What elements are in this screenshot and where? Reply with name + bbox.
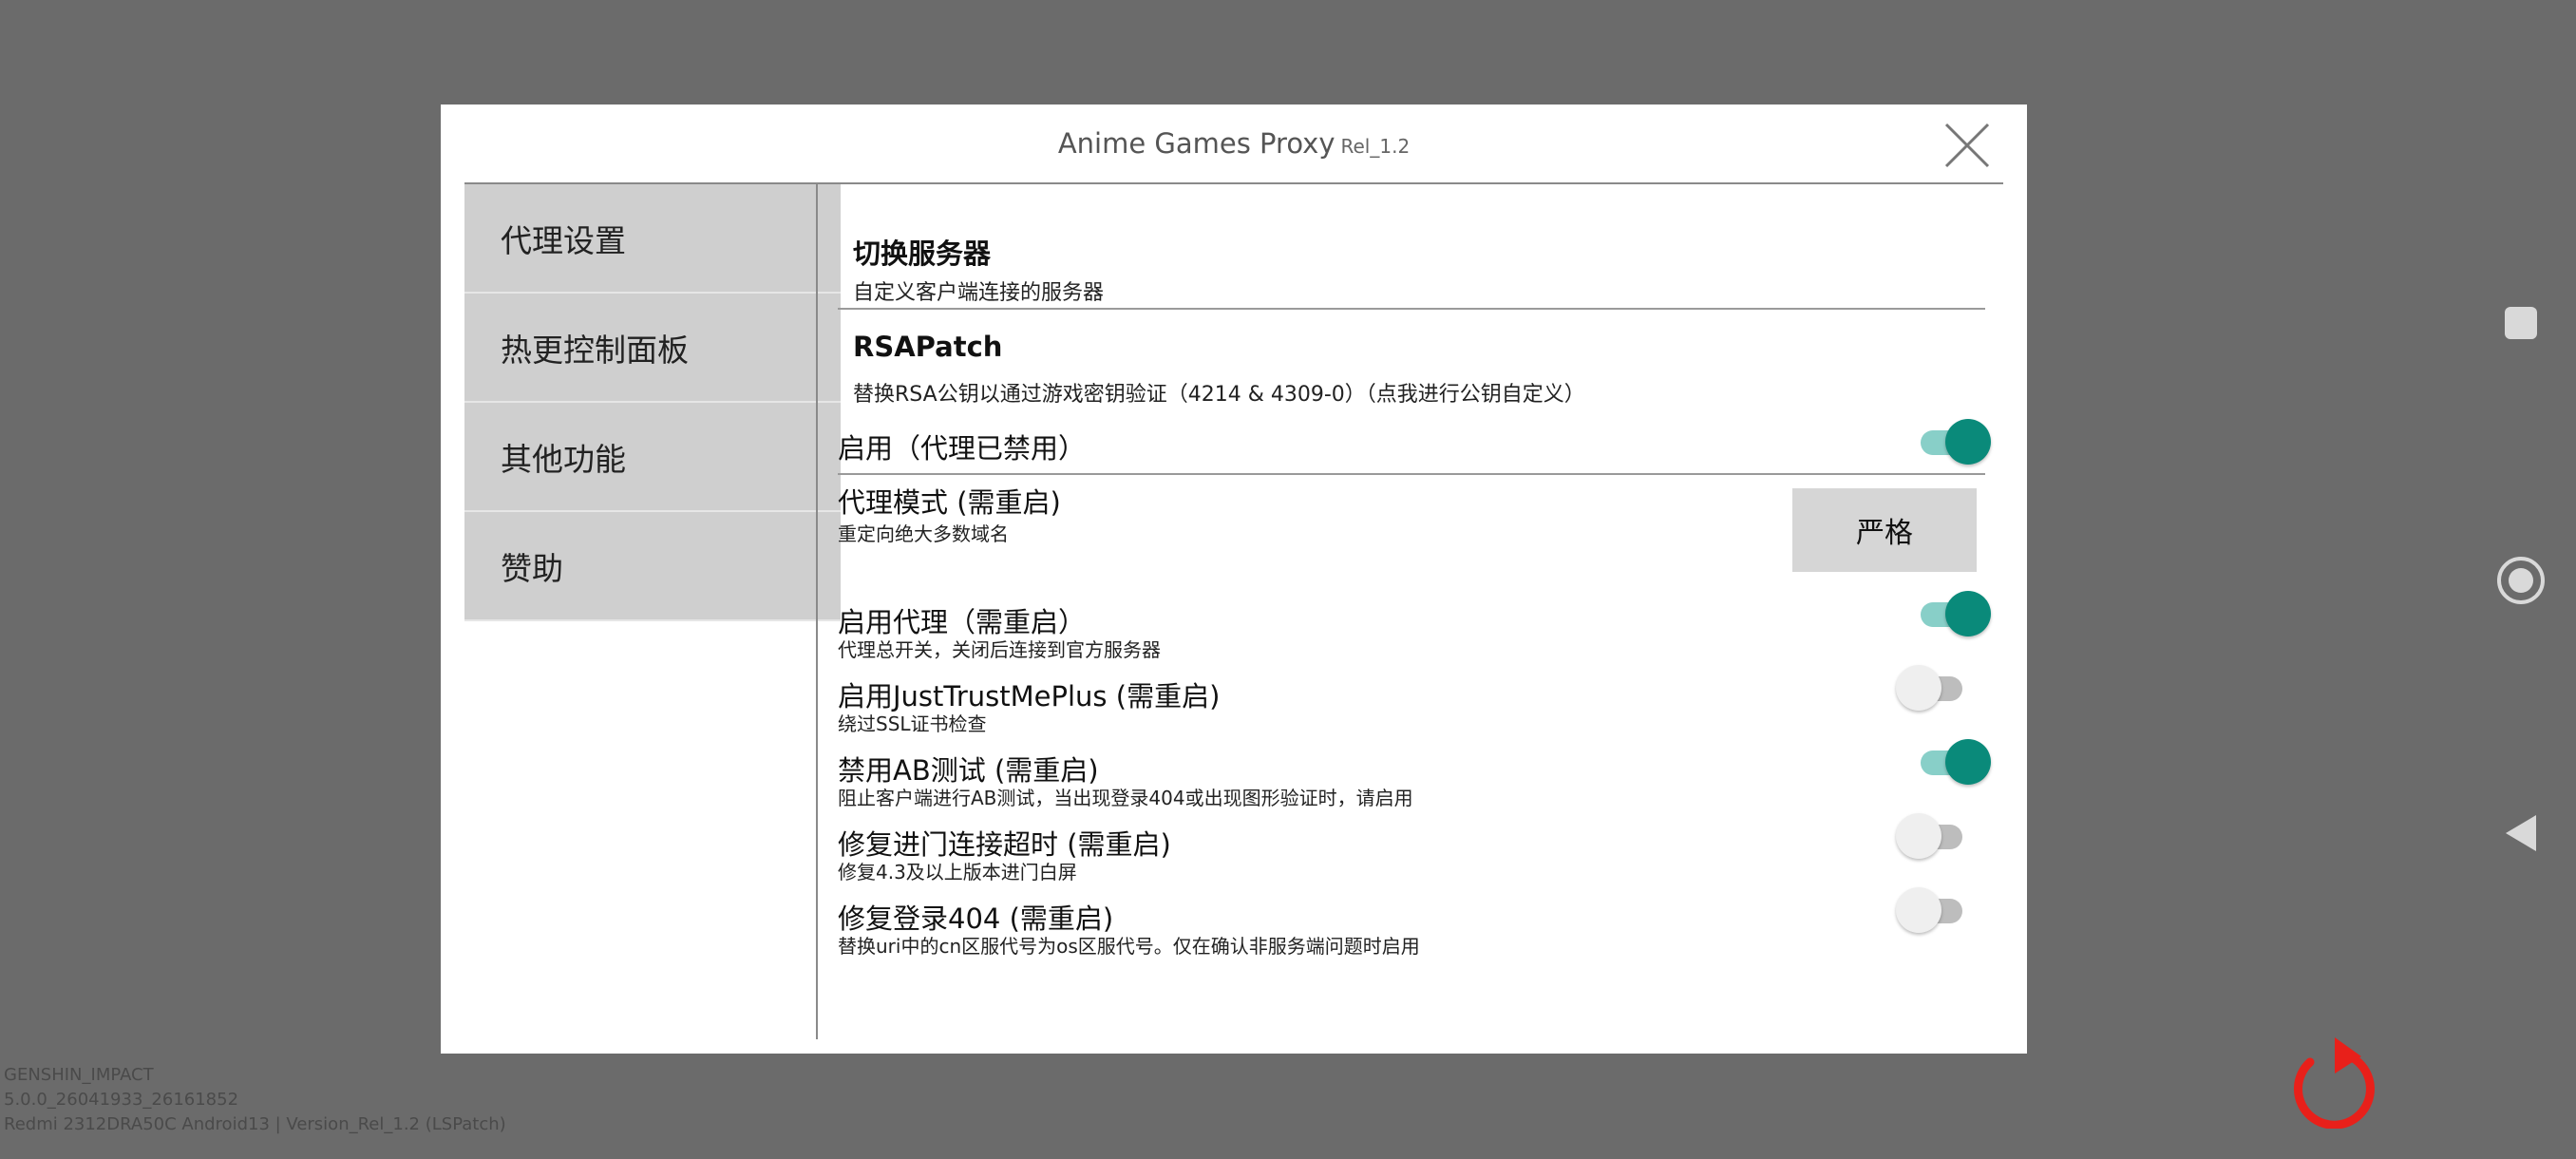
dialog-title: Anime Games Proxy Rel_1.2 bbox=[441, 127, 2027, 160]
rsa-enable-label: 启用（代理已禁用） bbox=[838, 432, 1087, 465]
disable-ab-test-toggle[interactable] bbox=[1915, 738, 1991, 786]
fix-timeout-toggle[interactable] bbox=[1896, 812, 1972, 860]
recents-button[interactable] bbox=[2505, 307, 2537, 339]
sidebar-item-label: 热更控制面板 bbox=[501, 331, 689, 369]
proxy-mode-label: 代理模式 (需重启) bbox=[838, 486, 1061, 519]
sidebar-divider bbox=[816, 184, 818, 1039]
toggle-thumb bbox=[1896, 887, 1941, 933]
toggle-thumb bbox=[1945, 419, 1991, 465]
back-icon bbox=[2506, 815, 2536, 851]
sidebar: 代理设置 热更控制面板 其他功能 赞助 bbox=[464, 184, 841, 621]
back-button[interactable] bbox=[2504, 813, 2538, 853]
footer-game-version: 5.0.0_26041933_26161852 bbox=[4, 1090, 239, 1110]
toggle-thumb bbox=[1896, 665, 1941, 711]
enable-proxy-subtitle: 代理总开关，关闭后连接到官方服务器 bbox=[838, 638, 1161, 661]
disable-ab-test-subtitle: 阻止客户端进行AB测试，当出现登录404或出现图形验证时，请启用 bbox=[838, 787, 1413, 809]
justtrustme-toggle[interactable] bbox=[1896, 664, 1972, 712]
fix-login-404-subtitle: 替换uri中的cn区服代号为os区服代号。仅在确认非服务端问题时启用 bbox=[838, 935, 1420, 958]
footer-game-name: GENSHIN_IMPACT bbox=[4, 1065, 154, 1085]
sidebar-item-label: 代理设置 bbox=[501, 221, 626, 259]
justtrustme-subtitle: 绕过SSL证书检查 bbox=[838, 712, 987, 735]
section-divider bbox=[838, 473, 1985, 475]
rsa-patch-title: RSAPatch bbox=[853, 331, 1003, 363]
toggle-thumb bbox=[1945, 591, 1991, 636]
settings-dialog: Anime Games Proxy Rel_1.2 代理设置 热更控制面板 其他功… bbox=[441, 104, 2027, 1054]
dialog-header: Anime Games Proxy Rel_1.2 bbox=[441, 104, 2027, 183]
sidebar-item-label: 赞助 bbox=[501, 549, 563, 587]
sidebar-item-label: 其他功能 bbox=[501, 440, 626, 478]
app-name: Anime Games Proxy bbox=[1057, 127, 1335, 160]
switch-server-title: 切换服务器 bbox=[853, 238, 992, 270]
toggle-thumb bbox=[1945, 739, 1991, 785]
fix-login-404-toggle[interactable] bbox=[1896, 886, 1972, 934]
enable-proxy-toggle[interactable] bbox=[1915, 590, 1991, 637]
screen: Anime Games Proxy Rel_1.2 代理设置 热更控制面板 其他功… bbox=[0, 0, 2576, 1159]
app-version: Rel_1.2 bbox=[1340, 135, 1411, 158]
close-button[interactable] bbox=[1943, 122, 1991, 169]
toggle-thumb bbox=[1896, 813, 1941, 859]
recents-icon bbox=[2505, 307, 2537, 339]
sidebar-item-sponsor[interactable]: 赞助 bbox=[464, 512, 841, 621]
refresh-icon bbox=[2293, 1037, 2375, 1130]
rsa-enable-toggle[interactable] bbox=[1915, 418, 1991, 466]
fix-timeout-subtitle: 修复4.3及以上版本进门白屏 bbox=[838, 861, 1077, 884]
section-divider bbox=[838, 308, 1985, 310]
sidebar-item-hotfix-panel[interactable]: 热更控制面板 bbox=[464, 294, 841, 403]
refresh-button[interactable] bbox=[2291, 1034, 2382, 1130]
footer-device-info: Redmi 2312DRA50C Android13 | Version_Rel… bbox=[4, 1114, 506, 1134]
proxy-mode-button[interactable]: 严格 bbox=[1792, 488, 1977, 572]
rsa-patch-subtitle: 替换RSA公钥以通过游戏密钥验证（4214 & 4309-0）（点我进行公钥自定… bbox=[853, 383, 1585, 407]
sidebar-item-proxy-settings[interactable]: 代理设置 bbox=[464, 184, 841, 294]
home-button[interactable] bbox=[2496, 556, 2546, 605]
switch-server-subtitle: 自定义客户端连接的服务器 bbox=[853, 281, 1105, 305]
proxy-mode-subtitle: 重定向绝大多数域名 bbox=[838, 522, 1009, 545]
home-icon bbox=[2497, 557, 2545, 604]
sidebar-item-other-features[interactable]: 其他功能 bbox=[464, 403, 841, 512]
close-icon bbox=[1944, 123, 1990, 168]
